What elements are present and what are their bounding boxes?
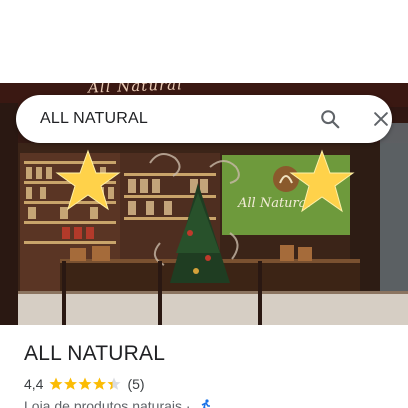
category-text: Loja de produtos naturais · <box>24 398 191 408</box>
rating-value: 4,4 <box>24 376 44 392</box>
wall-logo-text: All Natural <box>237 196 311 211</box>
place-category: Loja de produtos naturais · <box>24 398 212 408</box>
delivery-icon <box>198 398 212 408</box>
maps-place-screen: All Natural All Natural ALL NATURAL ALL … <box>0 0 408 408</box>
stars-icon <box>49 377 121 390</box>
clear-search-button[interactable] <box>369 107 393 131</box>
review-count[interactable]: (5) <box>127 376 144 392</box>
place-title: ALL NATURAL <box>24 342 166 365</box>
rating-row[interactable]: 4,4 (5) <box>24 376 145 392</box>
search-query-text[interactable]: ALL NATURAL <box>40 95 148 143</box>
close-icon <box>374 112 388 126</box>
search-icon <box>321 110 340 129</box>
search-bar[interactable]: ALL NATURAL <box>16 95 392 143</box>
search-button[interactable] <box>318 107 342 131</box>
star-rating <box>49 377 121 391</box>
